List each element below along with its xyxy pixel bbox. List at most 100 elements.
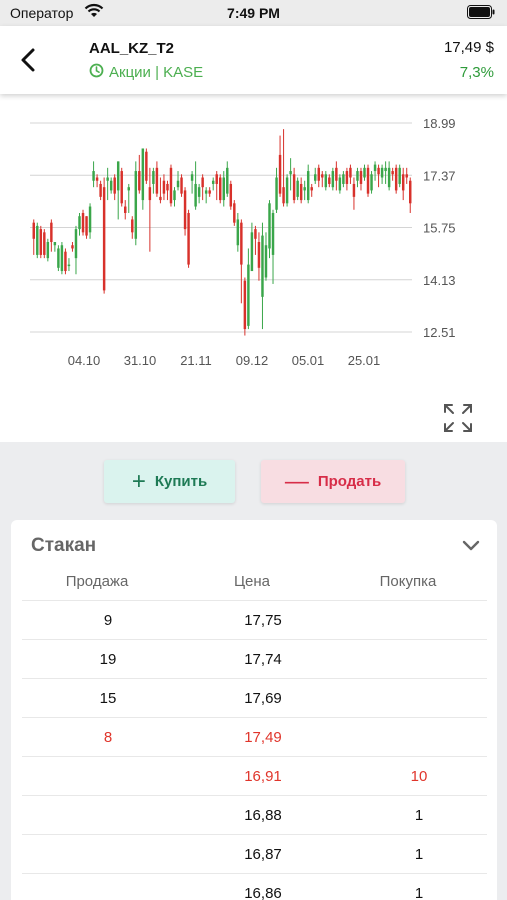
orderbook-buy-qty — [369, 718, 469, 757]
candle-body — [296, 180, 299, 197]
candle-body — [71, 245, 74, 249]
buy-button[interactable]: + Купить — [104, 460, 235, 503]
candle-body — [380, 167, 384, 178]
app-header: AAL_KZ_T2 Акции | KASE 17,49 $ 7,3% — [0, 26, 507, 94]
column-header-sell: Продажа — [65, 573, 129, 590]
candle-body — [373, 164, 377, 172]
back-button[interactable] — [14, 42, 44, 78]
orderbook-sell-qty: 15 — [99, 690, 117, 707]
candle-body — [74, 229, 78, 259]
candle-body — [173, 190, 176, 201]
orderbook-sell-qty — [58, 874, 158, 900]
candle-body — [271, 212, 275, 255]
candle-body — [36, 225, 39, 255]
orderbook-row[interactable]: 16,86 1 — [22, 873, 487, 900]
status-bar: Оператор 7:49 PM — [0, 0, 507, 26]
candle-body — [342, 174, 345, 184]
candle-body — [222, 177, 225, 201]
orderbook-row[interactable]: 19 17,74 — [22, 639, 487, 678]
candle-body — [233, 203, 236, 223]
candle-body — [317, 167, 320, 181]
candle-body — [67, 264, 71, 267]
candle-body — [268, 203, 271, 249]
orderbook-price: 17,49 — [244, 729, 282, 746]
market-label: Акции | KASE — [109, 64, 204, 81]
candle-body — [303, 187, 306, 191]
candle-body — [306, 171, 310, 201]
current-price: 17,49 $ — [443, 39, 494, 56]
candle-body — [226, 167, 229, 194]
orderbook-row[interactable]: 8 17,49 — [22, 717, 487, 756]
candle-body — [116, 161, 120, 191]
y-tick-label: 12.51 — [423, 325, 456, 340]
candle-body — [39, 229, 43, 255]
candle-body — [384, 167, 387, 172]
candle-body — [169, 167, 173, 204]
minus-icon: — — [284, 467, 309, 495]
orderbook-price: 16,86 — [244, 885, 282, 900]
orderbook-buy-qty — [369, 640, 469, 679]
sell-label: Продать — [317, 473, 382, 490]
candle-body — [124, 206, 127, 213]
orderbook-buy-qty — [369, 679, 469, 718]
orderbook-sell-qty: 8 — [103, 729, 113, 746]
candle-body — [278, 154, 282, 194]
candle-body — [60, 245, 64, 272]
orderbook-row[interactable]: 15 17,69 — [22, 678, 487, 717]
price-chart[interactable]: 18.99 17.37 15.75 14.13 12.51 04.10 31.10 21.11… — [0, 94, 507, 442]
candle-body — [211, 180, 215, 184]
candle-body — [197, 187, 201, 197]
candle-body — [109, 180, 113, 191]
market-subtitle: Акции | KASE — [89, 63, 203, 82]
candle-body — [345, 171, 349, 184]
candle-body — [201, 177, 204, 188]
x-tick-label: 25.01 — [348, 353, 381, 368]
candle-body — [57, 248, 60, 268]
orderbook-row[interactable]: 16,87 1 — [22, 834, 487, 873]
orderbook-sell-qty: 19 — [99, 651, 117, 668]
y-tick-label: 18.99 — [423, 116, 456, 131]
y-tick-label: 15.75 — [423, 221, 456, 236]
candle-body — [141, 148, 145, 201]
chevron-down-icon[interactable] — [462, 539, 480, 557]
candle-body — [145, 151, 148, 181]
candle-body — [215, 174, 218, 184]
orderbook-sell-qty — [58, 796, 158, 835]
orderbook-buy-qty: 1 — [414, 846, 424, 863]
candlestick-chart[interactable]: 18.99 17.37 15.75 14.13 12.51 04.10 31.10 21.11… — [0, 94, 507, 442]
orderbook-row[interactable]: 9 17,75 — [22, 600, 487, 639]
battery-icon — [467, 5, 495, 24]
orderbook-sell-qty — [58, 757, 158, 796]
buy-label: Купить — [154, 473, 208, 490]
candle-body — [32, 222, 35, 239]
orderbook-row[interactable]: 16,88 1 — [22, 795, 487, 834]
orderbook-row[interactable]: 16,91 10 — [22, 756, 487, 795]
candle-body — [391, 171, 394, 175]
orderbook-price: 17,69 — [244, 690, 282, 707]
fullscreen-button[interactable] — [442, 402, 474, 434]
candle-body — [282, 187, 285, 204]
y-tick-label: 14.13 — [423, 273, 456, 288]
sell-button[interactable]: — Продать — [261, 460, 405, 503]
orderbook-buy-qty — [369, 601, 469, 640]
x-tick-label: 09.12 — [236, 353, 269, 368]
x-tick-label: 21.11 — [180, 353, 212, 368]
candle-body — [401, 174, 405, 191]
orderbook-price: 16,88 — [244, 807, 282, 824]
candle-body — [134, 171, 138, 239]
candle-body — [204, 190, 208, 194]
candle-body — [285, 177, 289, 204]
orderbook-panel: Стакан Продажа Цена Покупка 9 17,75 19 17,7… — [11, 520, 497, 900]
candle-body — [250, 232, 254, 272]
candle-body — [229, 183, 233, 207]
candle-body — [99, 183, 102, 197]
candle-body — [377, 167, 380, 175]
candle-body — [106, 177, 109, 181]
candle-body — [183, 190, 187, 230]
candle-body — [366, 167, 370, 194]
candle-body — [236, 219, 240, 246]
candle-body — [148, 187, 152, 201]
candle-body — [120, 171, 123, 204]
candle-body — [363, 167, 366, 178]
candle-body — [243, 280, 247, 330]
